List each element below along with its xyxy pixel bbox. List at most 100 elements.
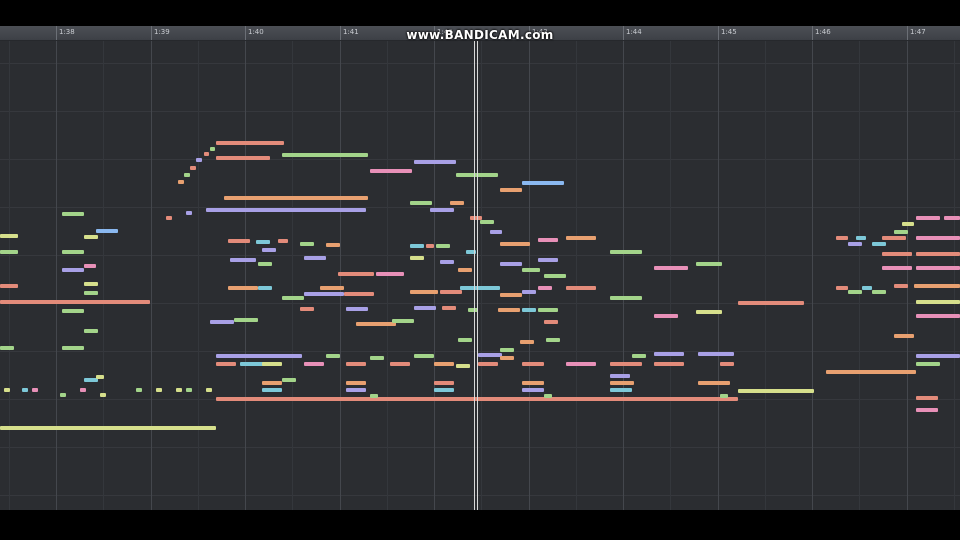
note-block[interactable]	[136, 388, 142, 392]
note-block[interactable]	[100, 393, 106, 397]
note-block[interactable]	[566, 362, 596, 366]
note-block[interactable]	[916, 408, 938, 412]
note-block[interactable]	[262, 381, 282, 385]
piano-roll-canvas[interactable]	[0, 41, 960, 510]
note-block[interactable]	[346, 362, 366, 366]
note-block[interactable]	[196, 158, 202, 162]
note-block[interactable]	[84, 378, 98, 382]
note-block[interactable]	[500, 242, 530, 246]
note-block[interactable]	[96, 229, 118, 233]
note-block[interactable]	[326, 243, 340, 247]
note-block[interactable]	[206, 208, 366, 212]
note-block[interactable]	[610, 381, 634, 385]
note-block[interactable]	[610, 374, 630, 378]
note-block[interactable]	[458, 268, 472, 272]
note-block[interactable]	[186, 211, 192, 215]
note-block[interactable]	[544, 274, 566, 278]
note-block[interactable]	[538, 286, 552, 290]
note-block[interactable]	[848, 242, 862, 246]
note-block[interactable]	[916, 216, 940, 220]
note-block[interactable]	[282, 153, 368, 157]
note-block[interactable]	[228, 239, 250, 243]
note-block[interactable]	[836, 286, 848, 290]
note-block[interactable]	[224, 196, 368, 200]
piano-roll-grid[interactable]	[0, 41, 960, 510]
note-block[interactable]	[282, 378, 296, 382]
note-block[interactable]	[478, 353, 502, 357]
note-block[interactable]	[156, 388, 162, 392]
note-block[interactable]	[522, 388, 544, 392]
note-block[interactable]	[470, 216, 482, 220]
note-block[interactable]	[522, 181, 564, 185]
note-block[interactable]	[300, 242, 314, 246]
note-block[interactable]	[944, 216, 960, 220]
note-block[interactable]	[304, 292, 344, 296]
note-block[interactable]	[32, 388, 38, 392]
note-block[interactable]	[414, 160, 456, 164]
note-block[interactable]	[186, 388, 192, 392]
note-block[interactable]	[916, 314, 960, 318]
note-block[interactable]	[456, 364, 470, 368]
note-block[interactable]	[376, 272, 404, 276]
note-block[interactable]	[62, 309, 84, 313]
note-block[interactable]	[300, 307, 314, 311]
note-block[interactable]	[346, 307, 368, 311]
note-block[interactable]	[278, 239, 288, 243]
note-block[interactable]	[22, 388, 28, 392]
note-block[interactable]	[320, 286, 344, 290]
note-block[interactable]	[522, 362, 544, 366]
note-block[interactable]	[872, 290, 886, 294]
note-block[interactable]	[902, 222, 914, 226]
note-block[interactable]	[468, 308, 478, 312]
note-block[interactable]	[80, 388, 86, 392]
note-block[interactable]	[440, 260, 454, 264]
note-block[interactable]	[84, 235, 98, 239]
note-block[interactable]	[538, 308, 558, 312]
note-block[interactable]	[178, 180, 184, 184]
note-block[interactable]	[458, 338, 472, 342]
note-block[interactable]	[346, 388, 366, 392]
note-block[interactable]	[654, 314, 678, 318]
note-block[interactable]	[262, 248, 276, 252]
note-block[interactable]	[916, 236, 960, 240]
note-block[interactable]	[848, 290, 862, 294]
note-block[interactable]	[836, 236, 848, 240]
note-block[interactable]	[370, 394, 378, 398]
note-block[interactable]	[480, 220, 494, 224]
note-block[interactable]	[0, 250, 18, 254]
note-block[interactable]	[356, 322, 396, 326]
note-block[interactable]	[434, 381, 454, 385]
note-block[interactable]	[894, 284, 908, 288]
note-block[interactable]	[414, 354, 434, 358]
note-block[interactable]	[610, 388, 632, 392]
note-block[interactable]	[430, 208, 454, 212]
note-block[interactable]	[258, 262, 272, 266]
note-block[interactable]	[216, 362, 236, 366]
note-block[interactable]	[304, 362, 324, 366]
note-block[interactable]	[338, 272, 374, 276]
note-block[interactable]	[392, 319, 414, 323]
note-block[interactable]	[414, 306, 436, 310]
note-block[interactable]	[522, 308, 536, 312]
note-block[interactable]	[914, 284, 960, 288]
note-block[interactable]	[654, 266, 688, 270]
note-block[interactable]	[210, 320, 234, 324]
note-block[interactable]	[326, 354, 340, 358]
note-block[interactable]	[500, 293, 522, 297]
note-block[interactable]	[234, 318, 258, 322]
note-block[interactable]	[0, 300, 150, 304]
note-block[interactable]	[522, 381, 544, 385]
note-block[interactable]	[696, 310, 722, 314]
note-block[interactable]	[96, 375, 104, 379]
note-block[interactable]	[698, 352, 734, 356]
note-block[interactable]	[654, 362, 684, 366]
note-block[interactable]	[240, 362, 264, 366]
note-block[interactable]	[216, 141, 284, 145]
note-block[interactable]	[440, 290, 462, 294]
note-block[interactable]	[4, 388, 10, 392]
note-block[interactable]	[436, 244, 450, 248]
note-block[interactable]	[84, 282, 98, 286]
note-block[interactable]	[500, 356, 514, 360]
note-block[interactable]	[610, 250, 642, 254]
note-block[interactable]	[84, 329, 98, 333]
